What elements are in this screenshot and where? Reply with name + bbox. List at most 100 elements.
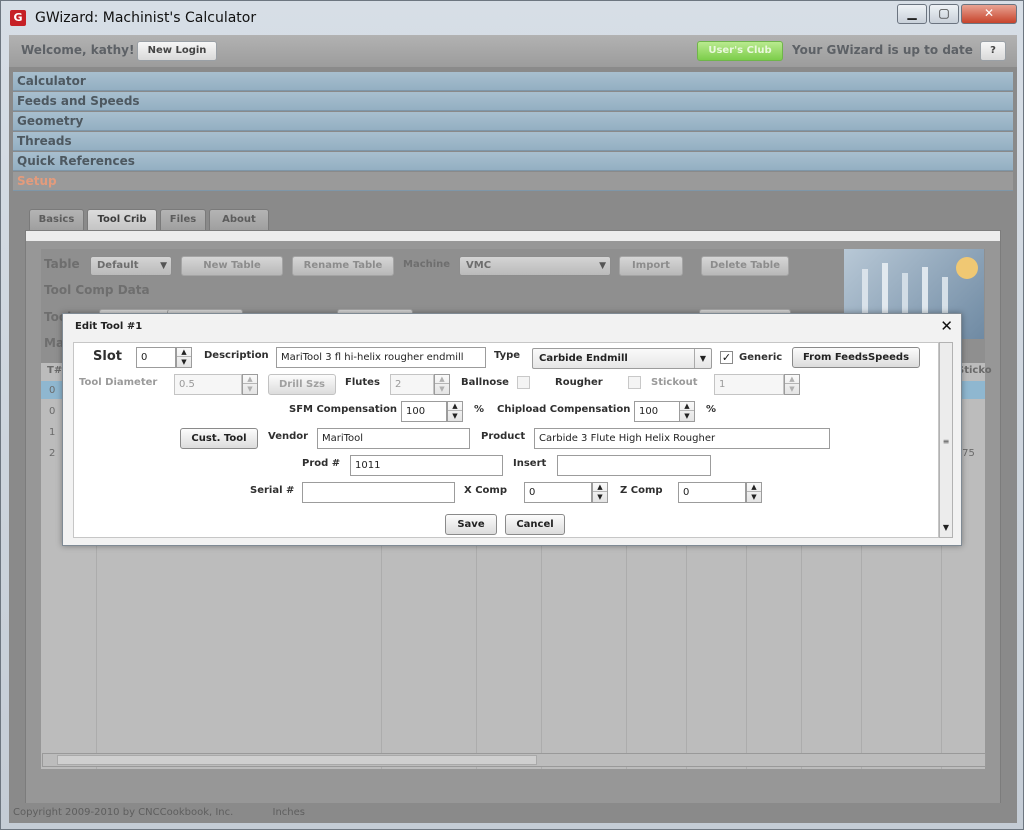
drill-szs-button[interactable]: Drill Szs — [268, 374, 336, 395]
save-button[interactable]: Save — [445, 514, 497, 535]
product-label: Product — [481, 431, 526, 442]
description-field[interactable]: MariTool 3 fl hi-helix rougher endmill — [276, 347, 486, 368]
flutes-stepper[interactable]: ▲ ▼ — [434, 374, 450, 395]
sfm-compensation-label: SFM Compensation — [289, 404, 398, 415]
slot-field[interactable]: 0 — [136, 347, 176, 368]
rougher-checkbox[interactable] — [628, 376, 641, 389]
new-table-button[interactable]: New Table — [181, 256, 283, 276]
insert-field[interactable] — [557, 455, 711, 476]
machine-select[interactable]: VMC ▼ — [459, 256, 611, 276]
z-comp-stepper[interactable]: ▲ ▼ — [746, 482, 762, 503]
nav-calculator[interactable]: Calculator — [13, 72, 1013, 91]
stickout-stepper[interactable]: ▲ ▼ — [784, 374, 800, 395]
x-comp-stepper[interactable]: ▲ ▼ — [592, 482, 608, 503]
chevron-down-icon: ▼ — [599, 261, 606, 271]
tool-diameter-stepper[interactable]: ▲ ▼ — [242, 374, 258, 395]
tool-diameter-field[interactable]: 0.5 — [174, 374, 242, 395]
stepper-down-icon[interactable]: ▼ — [747, 493, 761, 502]
rename-table-button[interactable]: Rename Table — [292, 256, 394, 276]
prod-number-field[interactable]: 1011 — [350, 455, 503, 476]
stepper-down-icon[interactable]: ▼ — [243, 385, 257, 394]
delete-table-button[interactable]: Delete Table — [701, 256, 789, 276]
new-login-button[interactable]: New Login — [137, 41, 217, 61]
table-row[interactable]: 2 — [49, 448, 55, 459]
minimize-button[interactable]: ▁ — [897, 4, 927, 24]
generic-label: Generic — [739, 352, 783, 363]
stepper-up-icon[interactable]: ▲ — [680, 402, 694, 411]
tab-basics[interactable]: Basics — [29, 209, 84, 230]
vendor-label: Vendor — [268, 431, 309, 442]
scroll-grip-icon[interactable]: ≡ — [941, 437, 951, 449]
chipload-compensation-field[interactable]: 100 — [634, 401, 680, 422]
from-feedsspeeds-button[interactable]: From FeedsSpeeds — [792, 347, 920, 368]
vendor-field[interactable]: MariTool — [317, 428, 470, 449]
type-select[interactable]: Carbide Endmill ▼ — [532, 348, 712, 369]
product-field[interactable]: Carbide 3 Flute High Helix Rougher — [534, 428, 830, 449]
tab-files[interactable]: Files — [160, 209, 206, 230]
nav-setup[interactable]: Setup — [13, 172, 1013, 191]
stepper-down-icon[interactable]: ▼ — [593, 493, 607, 502]
stepper-up-icon[interactable]: ▲ — [243, 375, 257, 384]
stepper-up-icon[interactable]: ▲ — [177, 348, 191, 357]
serial-number-field[interactable] — [302, 482, 455, 503]
table-row[interactable]: 0 — [49, 406, 55, 417]
sfm-percent-unit: % — [474, 404, 485, 415]
table-row[interactable]: 0 — [49, 385, 55, 396]
stepper-up-icon[interactable]: ▲ — [593, 483, 607, 492]
stepper-up-icon[interactable]: ▲ — [747, 483, 761, 492]
stepper-down-icon[interactable]: ▼ — [785, 385, 799, 394]
scroll-down-icon[interactable]: ▼ — [941, 523, 951, 535]
stepper-up-icon[interactable]: ▲ — [435, 375, 449, 384]
help-button[interactable]: ? — [980, 41, 1006, 61]
scroll-thumb[interactable] — [57, 755, 537, 765]
type-label: Type — [494, 350, 521, 361]
prod-number-label: Prod # — [302, 458, 341, 469]
chipload-compensation-label: Chipload Compensation — [497, 404, 631, 415]
stepper-down-icon[interactable]: ▼ — [448, 412, 462, 421]
nav-feeds-and-speeds[interactable]: Feeds and Speeds — [13, 92, 1013, 111]
nav-quick-references[interactable]: Quick References — [13, 152, 1013, 171]
type-select-value: Carbide Endmill — [539, 353, 628, 364]
stepper-up-icon[interactable]: ▲ — [448, 402, 462, 411]
footer: Copyright 2009-2010 by CNCCookbook, Inc.… — [9, 803, 1017, 823]
grid-header-tool-number: T# — [47, 365, 63, 376]
import-button[interactable]: Import — [619, 256, 683, 276]
slot-stepper[interactable]: ▲ ▼ — [176, 347, 192, 368]
stepper-up-icon[interactable]: ▲ — [785, 375, 799, 384]
x-comp-field[interactable]: 0 — [524, 482, 592, 503]
horizontal-scrollbar[interactable] — [42, 753, 986, 767]
title-bar[interactable]: G GWizard: Machinist's Calculator ▁ ▢ ✕ — [1, 1, 1023, 35]
dialog-body: Slot 0 ▲ ▼ Description MariTool 3 fl hi-… — [73, 342, 939, 538]
sfm-compensation-field[interactable]: 100 — [401, 401, 447, 422]
tab-tool-crib[interactable]: Tool Crib — [87, 209, 157, 230]
stickout-field[interactable]: 1 — [714, 374, 784, 395]
chipload-percent-unit: % — [706, 404, 717, 415]
z-comp-field[interactable]: 0 — [678, 482, 746, 503]
stepper-down-icon[interactable]: ▼ — [435, 385, 449, 394]
nav-geometry[interactable]: Geometry — [13, 112, 1013, 131]
users-club-button[interactable]: User's Club — [697, 41, 783, 61]
rougher-label: Rougher — [555, 377, 603, 388]
maximize-button[interactable]: ▢ — [929, 4, 959, 24]
tab-about[interactable]: About — [209, 209, 269, 230]
flutes-field[interactable]: 2 — [390, 374, 434, 395]
stepper-down-icon[interactable]: ▼ — [177, 358, 191, 367]
table-row[interactable]: 1 — [49, 427, 55, 438]
close-window-button[interactable]: ✕ — [961, 4, 1017, 24]
cancel-button[interactable]: Cancel — [505, 514, 565, 535]
stepper-down-icon[interactable]: ▼ — [680, 412, 694, 421]
generic-checkbox[interactable]: ✓ — [720, 351, 733, 364]
ballnose-checkbox[interactable] — [517, 376, 530, 389]
table-select[interactable]: Default ▼ — [90, 256, 172, 276]
sfm-compensation-stepper[interactable]: ▲ ▼ — [447, 401, 463, 422]
chipload-compensation-stepper[interactable]: ▲ ▼ — [679, 401, 695, 422]
machine-label: Machine — [403, 259, 451, 270]
dialog-close-icon[interactable]: ✕ — [940, 317, 953, 335]
nav-threads[interactable]: Threads — [13, 132, 1013, 151]
decorative-circle — [956, 257, 978, 279]
dialog-title: Edit Tool #1 — [75, 321, 143, 332]
dialog-vertical-scrollbar[interactable]: ≡ ▼ — [939, 342, 953, 538]
description-label: Description — [204, 350, 269, 361]
cust-tool-button[interactable]: Cust. Tool — [180, 428, 258, 449]
copyright-text: Copyright 2009-2010 by CNCCookbook, Inc. — [13, 807, 234, 818]
